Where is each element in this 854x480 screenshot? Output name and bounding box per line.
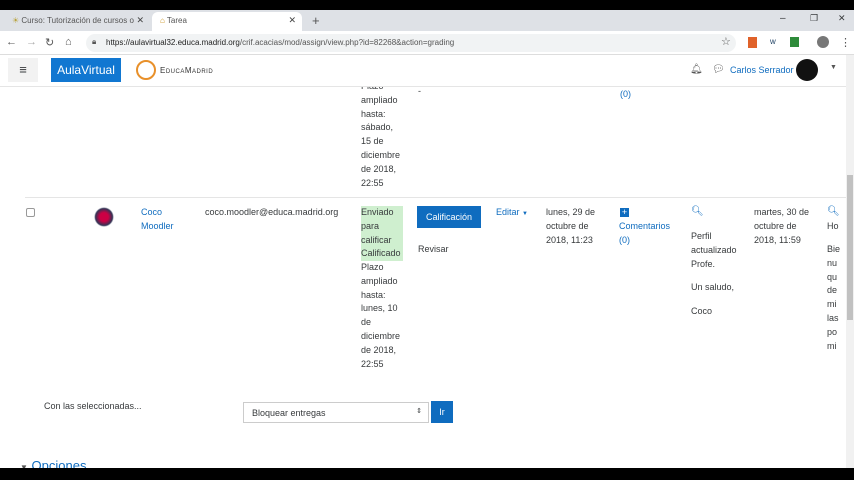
site-navbar: ≡ AulaVirtual EducaMadrid 🔔︎ 💬︎ Carlos S… (0, 55, 846, 87)
plus-square-icon[interactable]: + (620, 208, 629, 217)
extension-icon[interactable] (790, 37, 799, 47)
last-modified: lunes, 29 de octubre de 2018, 11:23 (546, 207, 596, 245)
extension-icon[interactable] (748, 37, 757, 48)
maximize-icon[interactable]: ❐ (810, 13, 818, 24)
avatar[interactable] (796, 59, 818, 81)
tab-curso[interactable]: ☀ Curso: Tutorización de cursos o ✕ (4, 12, 150, 31)
address-bar-row: ← → ↻ ⌂ 🔒︎ https://aulavirtual32.educa.ma… (0, 31, 854, 55)
page-scrollbar[interactable] (846, 55, 854, 468)
graded-date: martes, 30 de octubre de 2018, 11:59 (754, 207, 810, 245)
go-button[interactable]: Ir (431, 401, 453, 423)
status-badge: Enviado para calificar Calificado (361, 206, 403, 262)
truncated-line: mi (827, 340, 837, 351)
status-submitted: Enviado para calificar (361, 207, 394, 245)
hamburger-menu-button[interactable]: ≡ (8, 58, 38, 82)
edit-dropdown[interactable]: Editar ▼ (496, 206, 528, 222)
comments-count: (0) (619, 234, 630, 245)
close-icon[interactable]: ✕ (136, 15, 144, 26)
user-email: coco.moodler@educa.madrid.org (205, 207, 339, 217)
edit-label: Editar (496, 207, 520, 217)
caret-down-icon: ▼ (522, 211, 528, 217)
user-name[interactable]: Carlos Serrador (730, 65, 794, 75)
lock-icon: 🔒︎ (92, 37, 97, 46)
bulk-action-label: Con las seleccionadas... (44, 401, 142, 411)
updown-icon: ⇕ (416, 408, 422, 415)
bell-icon[interactable]: 🔔︎ (690, 64, 703, 75)
tab-label: Tarea (166, 16, 187, 25)
scrollbar-thumb[interactable] (847, 175, 853, 320)
feedback-line: Perfil actualizado Profe. (691, 231, 737, 269)
extension-date: Plazo ampliado hasta: lunes, 10 de dicie… (361, 262, 401, 369)
truncated-line: Bie (827, 244, 841, 254)
truncated-line: qu (827, 271, 838, 282)
row-checkbox[interactable] (26, 208, 35, 217)
browser-tab-bar: ☀ Curso: Tutorización de cursos o ✕ ⌂ Tar… (0, 10, 854, 31)
tab-tarea[interactable]: ⌂ Tarea ✕ (152, 12, 302, 31)
truncated-feedback: Bie nu qu de mi las po mi (827, 243, 846, 353)
menu-icon[interactable]: ⋮ (840, 36, 851, 49)
feedback-line: Un saludo, (691, 282, 735, 293)
options-section-toggle[interactable]: ▼ Opciones (20, 459, 86, 468)
truncated-line: mi (827, 299, 837, 310)
grade-button[interactable]: Calificación (417, 206, 481, 228)
truncated-column: Ho (827, 221, 839, 231)
close-icon[interactable]: ✕ (288, 15, 296, 26)
profile-icon[interactable] (817, 36, 829, 48)
grading-table: Plazo ampliado hasta: sábado, 15 de dici… (0, 87, 846, 468)
feedback-line: Coco (691, 306, 713, 317)
chat-icon[interactable]: 💬︎ (712, 64, 725, 75)
prev-row-extension: Plazo ampliado hasta: sábado, 15 de dici… (361, 87, 401, 188)
url-path: /crif.acacias/mod/assign/view.php?id=822… (239, 38, 455, 47)
educamadrid-logo: EducaMadrid (160, 66, 214, 75)
prev-row-comments-count[interactable]: (0) (620, 88, 631, 102)
star-icon[interactable]: ☆ (721, 35, 731, 48)
reload-icon[interactable]: ↻ (45, 36, 54, 49)
minimize-icon[interactable]: – (780, 13, 786, 24)
extension-icon[interactable]: w (770, 37, 776, 46)
educamadrid-logo-icon (136, 60, 156, 80)
forward-icon[interactable]: → (26, 36, 37, 48)
url-host: https://aulavirtual32.educa.madrid.org (106, 38, 240, 47)
feedback-text: Perfil actualizado Profe. Un saludo, Coc… (691, 230, 743, 319)
options-heading: Opciones (31, 458, 87, 468)
truncated-line: nu (827, 257, 838, 268)
user-avatar[interactable] (94, 207, 114, 227)
user-name-link[interactable]: Coco Moodler (141, 206, 186, 234)
prev-row-review: - (418, 87, 421, 96)
zoom-icon[interactable]: 🔍︎ (827, 205, 840, 219)
caret-down-icon: ▼ (20, 463, 28, 468)
bulk-select-value: Bloquear entregas (252, 408, 326, 418)
window-close-icon[interactable]: ✕ (838, 13, 846, 24)
status-graded: Calificado (361, 248, 401, 259)
new-tab-icon[interactable]: + (312, 13, 320, 28)
comments-label: Comentarios (619, 221, 671, 231)
row-divider (25, 197, 846, 198)
bulk-action-select[interactable]: Bloquear entregas ⇕ (243, 402, 429, 423)
chevron-down-icon[interactable]: ▼ (830, 64, 837, 71)
truncated-line: las (827, 312, 839, 323)
tab-label: Curso: Tutorización de cursos o (21, 16, 134, 25)
zoom-icon[interactable]: 🔍︎ (691, 205, 704, 219)
truncated-line: de (827, 285, 838, 296)
comments-link[interactable]: Comentarios (0) (619, 220, 679, 248)
brand-button[interactable]: AulaVirtual (51, 58, 121, 82)
home-icon[interactable]: ⌂ (65, 36, 72, 48)
back-icon[interactable]: ← (6, 36, 17, 48)
review-link[interactable]: Revisar (418, 243, 449, 257)
truncated-line: po (827, 326, 838, 337)
url-input[interactable]: 🔒︎ https://aulavirtual32.educa.madrid.org… (86, 34, 736, 52)
